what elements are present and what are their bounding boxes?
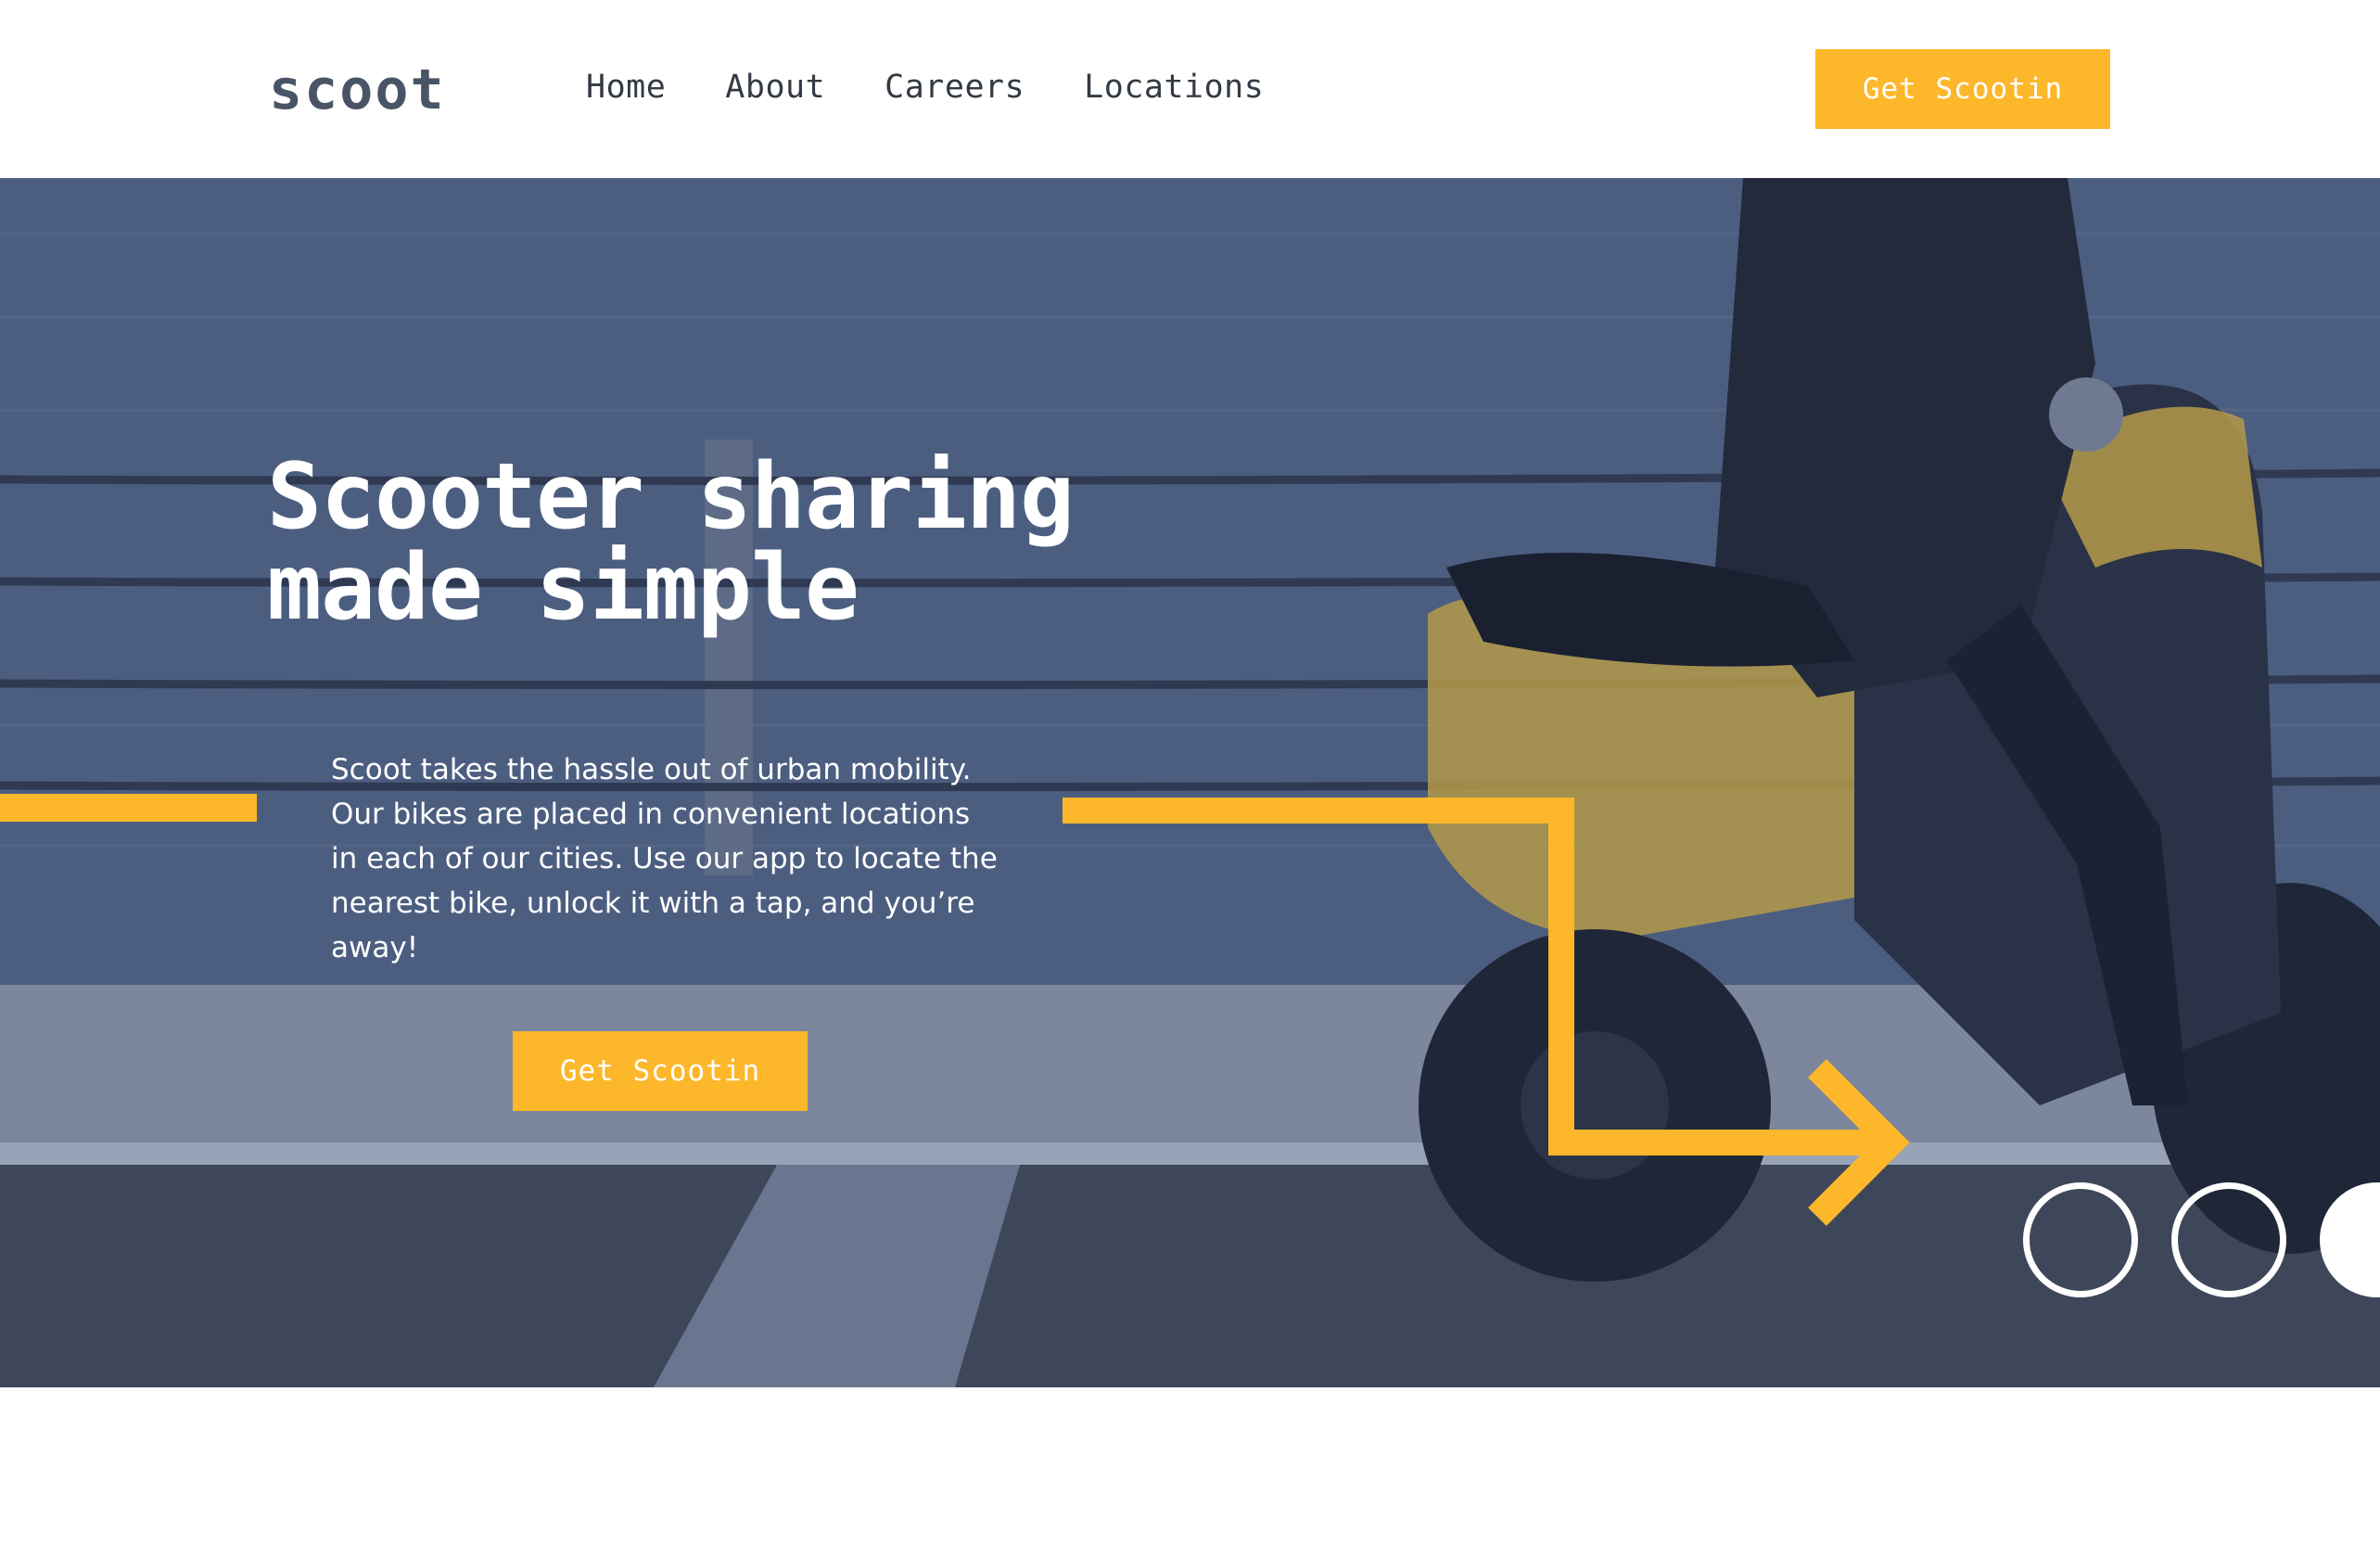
hero-title-line-2: made simple (267, 535, 859, 641)
decorative-circle (2023, 1182, 2138, 1297)
hero-title: Scooter sharing made simple (267, 452, 1287, 633)
logo[interactable]: scoot (269, 57, 446, 122)
decorative-yellow-bar (0, 794, 257, 822)
hero-get-scootin-button[interactable]: Get Scootin (513, 1031, 808, 1111)
hero-title-line-1: Scooter sharing (267, 444, 1075, 550)
decorative-arrow-icon (1063, 798, 1910, 1226)
nav-link-locations[interactable]: Locations (1084, 69, 1264, 106)
hero-description: Scoot takes the hassle out of urban mobi… (331, 753, 998, 964)
header-get-scootin-button[interactable]: Get Scootin (1815, 49, 2110, 129)
main-nav: Home About Careers Locations (586, 69, 1323, 106)
nav-link-careers[interactable]: Careers (885, 69, 1025, 106)
decorative-circle (2171, 1182, 2286, 1297)
nav-link-home[interactable]: Home (586, 69, 666, 106)
site-header: scoot Home About Careers Locations Get S… (0, 0, 2380, 178)
hero-section: Scooter sharing made simple Scoot takes … (0, 178, 2380, 1387)
nav-link-about[interactable]: About (725, 69, 825, 106)
